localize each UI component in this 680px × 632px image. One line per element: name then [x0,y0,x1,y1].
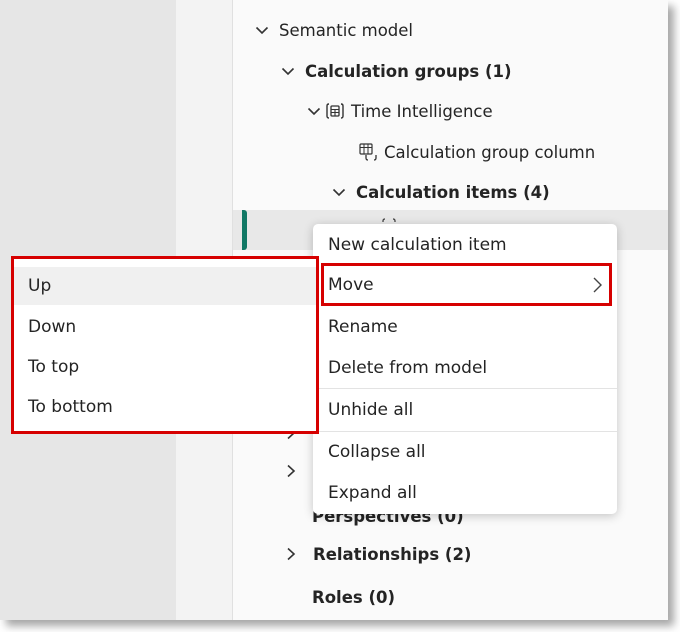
submenu-item-down[interactable]: Down [14,308,316,346]
menu-item-label: New calculation item [328,235,507,255]
menu-item-label: Rename [328,317,398,337]
menu-item-unhide-all[interactable]: Unhide all [313,391,617,429]
menu-item-delete-from-model[interactable]: Delete from model [313,349,617,387]
menu-item-label: Delete from model [328,358,488,378]
menu-item-label: Unhide all [328,400,414,420]
tree-node-calculation-group-column[interactable]: Calculation group column [358,138,595,166]
calculation-group-icon [325,101,345,121]
tree-node-calculation-items[interactable]: Calculation items (4) [332,178,550,206]
tree-node-semantic-model[interactable]: Semantic model [255,16,413,44]
submenu-item-label: Up [28,276,52,296]
tree-node-label: Semantic model [279,20,414,40]
move-submenu: Up Down To top To bottom [11,256,319,434]
menu-item-rename[interactable]: Rename [313,308,617,346]
move-highlight-box [321,263,612,306]
tree-node-label: Time Intelligence [351,101,493,121]
tree-node-relationships[interactable]: Relationships (2) [285,540,471,568]
menu-item-collapse-all[interactable]: Collapse all [313,433,617,471]
menu-divider [313,431,617,432]
chevron-down-icon[interactable] [332,185,346,199]
tree-node-roles[interactable]: Roles (0) [312,583,395,611]
selection-accent [242,210,247,250]
menu-divider [313,388,617,389]
tree-node-label: Calculation group column [384,142,596,162]
chevron-down-icon[interactable] [281,64,295,78]
submenu-item-label: To top [28,357,80,377]
menu-item-new-calculation-item[interactable]: New calculation item [313,226,617,264]
submenu-item-to-top[interactable]: To top [14,348,316,386]
submenu-item-to-bottom[interactable]: To bottom [14,388,316,426]
tree-node-label: Roles (0) [312,587,396,607]
chevron-right-icon[interactable] [285,547,299,561]
chevron-down-icon[interactable] [255,23,269,37]
chevron-right-icon[interactable] [285,463,297,482]
submenu-item-up[interactable]: Up [14,267,316,305]
submenu-item-label: Down [28,317,77,337]
tree-node-time-intelligence[interactable]: Time Intelligence [307,97,493,125]
menu-item-label: Expand all [328,483,417,503]
app-window: Semantic model Calculation groups (1) Ti… [0,0,668,620]
menu-item-expand-all[interactable]: Expand all [313,474,617,512]
tree-node-label: Calculation items (4) [356,182,550,202]
column-icon [358,142,378,162]
tree-node-label: Calculation groups (1) [305,61,512,81]
chevron-down-icon[interactable] [307,104,321,118]
tree-node-label: Relationships (2) [313,544,472,564]
calculation-item-icon [381,212,397,222]
tree-node-calculation-groups[interactable]: Calculation groups (1) [281,57,512,85]
submenu-item-label: To bottom [28,397,113,417]
menu-item-label: Collapse all [328,442,426,462]
